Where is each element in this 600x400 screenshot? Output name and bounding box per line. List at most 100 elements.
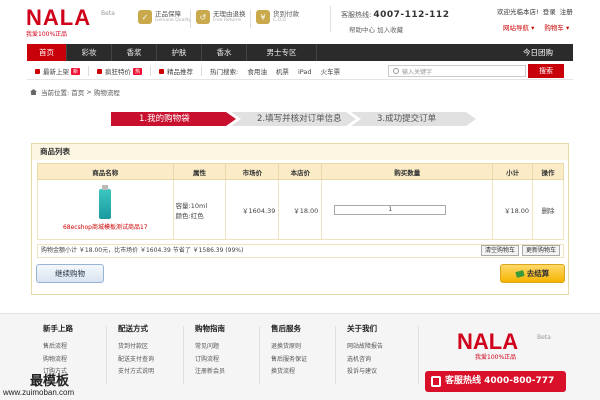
checkout-button[interactable]: 去结算 — [500, 264, 565, 283]
footer-link[interactable]: 购物流程 — [43, 354, 73, 363]
step-cart: 1.我的购物袋 — [111, 112, 236, 126]
shield-icon: ✓ — [138, 10, 152, 24]
delete-link[interactable]: 删除 — [532, 179, 564, 240]
cart-dropdown[interactable]: 购物车 ▾ — [544, 24, 569, 32]
cash-icon: ¥ — [256, 10, 270, 24]
search-input[interactable]: 输入关键字 — [388, 65, 526, 77]
nav-item-skincare[interactable]: 护肤 — [157, 44, 202, 61]
top-links: 网站导航 ▾ 购物车 ▾ — [503, 22, 577, 32]
footer-link[interactable]: 投诉与建议 — [347, 366, 383, 375]
promise-title: 无理由退换 — [213, 10, 246, 18]
nav-item-makeup[interactable]: 彩妆 — [67, 44, 112, 61]
divider — [106, 326, 107, 384]
attr-cell: 容量:10ml 颜色:红色 — [172, 179, 227, 240]
logo-beta: Beta — [537, 334, 551, 341]
footer-link[interactable]: 换货流程 — [271, 366, 307, 375]
footer-col-aftersales: 售后服务 退换货原则 售后服务保证 换货流程 — [271, 323, 307, 379]
market-price: ￥1604.39 — [225, 179, 280, 240]
hot-term[interactable]: 火车票 — [321, 68, 341, 76]
hotline-label: 客服热线: — [341, 11, 372, 19]
cart-title: 商品列表 — [32, 144, 568, 160]
footer-link[interactable]: 配送支付查询 — [118, 354, 154, 363]
breadcrumb: 当前位置: 首页 > 购物流程 — [30, 87, 120, 97]
subnav-item-new[interactable]: 最新上架新 — [35, 66, 90, 76]
promise-returns: ↺ 无理由退换 Free Returns — [196, 10, 246, 24]
logo-beta: Beta — [101, 10, 115, 17]
divider — [250, 10, 251, 28]
nav-item-fragrance[interactable]: 香浆 — [112, 44, 157, 61]
product-name[interactable]: 68ecshop商城模板测试商品17 — [38, 222, 173, 231]
col-header: 本店价 — [278, 163, 323, 180]
footer-link[interactable]: 订购流程 — [195, 354, 225, 363]
hot-term[interactable]: iPad — [298, 68, 312, 76]
promise-en: C.O.D — [273, 18, 286, 23]
footer-col-title: 新手上路 — [43, 324, 73, 333]
footer-logo[interactable]: NALA Beta 我爱100%正品 — [457, 329, 551, 362]
phone-icon — [431, 376, 441, 387]
hot-term[interactable]: 机票 — [276, 68, 289, 76]
nav-item-group-buy[interactable]: 今日团购 — [503, 44, 573, 61]
nav-item-perfume[interactable]: 香水 — [202, 44, 247, 61]
nav-item-men[interactable]: 男士专区 — [247, 44, 317, 61]
header: NALA Beta 我爱100%正品 ✓ 正品保障 Genuine Quality… — [0, 0, 600, 40]
help-links[interactable]: 帮助中心 加入收藏 — [349, 24, 403, 34]
hot-term[interactable]: 食用油 — [247, 68, 267, 76]
main-nav: 首页 彩妆 香浆 护肤 香水 男士专区 今日团购 — [27, 44, 573, 61]
product-cell[interactable]: 68ecshop商城模板测试商品17 — [37, 179, 174, 240]
cs-label: 客服热线 — [445, 376, 482, 386]
subnav-item-sale[interactable]: 疯狂特价热 — [97, 66, 152, 76]
breadcrumb-home[interactable]: 首页 — [71, 87, 84, 97]
promise-genuine: ✓ 正品保障 Genuine Quality — [138, 10, 191, 24]
footer-link[interactable]: 货到付款区 — [118, 341, 154, 350]
attr-color: 颜色:红色 — [175, 211, 204, 220]
divider — [335, 326, 336, 384]
product-image[interactable] — [99, 184, 112, 219]
tag-icon — [515, 270, 525, 278]
divider — [190, 10, 191, 28]
subnav-item-featured[interactable]: 精品推荐 — [159, 66, 203, 76]
footer-col-title: 购物指南 — [195, 324, 225, 333]
nav-item-home[interactable]: 首页 — [27, 44, 67, 61]
bullet-icon — [97, 68, 103, 74]
footer-link[interactable]: 退换货原则 — [271, 341, 307, 350]
footer-col-guide: 购物指南 常见问题 订购流程 注册新会员 — [195, 323, 225, 379]
search-button[interactable]: 搜索 — [528, 64, 564, 78]
customer-service-bar[interactable]: 客服热线 4000-800-777 — [425, 371, 566, 392]
clear-cart-button[interactable]: 清空购物车 — [481, 245, 520, 256]
update-cart-button[interactable]: 更新购物车 — [522, 245, 561, 256]
footer-link[interactable]: 注册新会员 — [195, 366, 225, 375]
register-link[interactable]: 注册 — [560, 8, 573, 16]
promise-en: Genuine Quality — [155, 18, 192, 23]
continue-shopping-button[interactable]: 继续购物 — [36, 264, 104, 283]
checkout-steps: 1.我的购物袋 2.填写并核对订单信息 3.成功提交订单 — [111, 112, 476, 126]
table-row: 68ecshop商城模板测试商品17 容量:10ml 颜色:红色 ￥1604.3… — [37, 179, 564, 240]
footer-col-title: 配送方式 — [118, 324, 148, 333]
hot-search-label: 热门搜索: — [210, 68, 239, 76]
logo-text: NALA — [457, 329, 519, 354]
hot-search: 热门搜索: 食用油 机票 iPad 火车票 — [210, 66, 347, 76]
footer-link[interactable]: 支付方式说明 — [118, 366, 154, 375]
hotline-number: 4007-112-112 — [373, 10, 450, 20]
col-header: 小计 — [492, 163, 534, 180]
site-nav-dropdown[interactable]: 网站导航 ▾ — [503, 24, 534, 32]
return-icon: ↺ — [196, 10, 210, 24]
divider — [330, 6, 331, 32]
footer-link[interactable]: 售后服务保证 — [271, 354, 307, 363]
footer-link[interactable]: 常见问题 — [195, 341, 225, 350]
attr-capacity: 容量:10ml — [175, 201, 208, 210]
col-header: 购买数量 — [321, 163, 494, 180]
hotline: 客服热线: 4007-112-112 — [341, 10, 449, 20]
bullet-icon — [35, 68, 40, 74]
footer-col-title: 售后服务 — [271, 324, 301, 333]
search-icon — [393, 68, 399, 74]
quantity-input[interactable]: 1 — [334, 204, 447, 215]
site-logo[interactable]: NALA Beta 我爱100%正品 — [26, 7, 115, 39]
col-header: 属性 — [172, 163, 227, 180]
new-badge: 新 — [71, 67, 81, 75]
hot-badge: 热 — [133, 67, 143, 75]
login-link[interactable]: 登录 — [543, 8, 556, 16]
footer-link[interactable]: 选机咨询 — [347, 354, 383, 363]
footer-link[interactable]: 售后流程 — [43, 341, 73, 350]
cart-table: 商品名称 属性 市场价 本店价 购买数量 小计 操作 68ecshop商城模板测… — [37, 163, 564, 240]
footer-link[interactable]: 网站故障报告 — [347, 341, 383, 350]
